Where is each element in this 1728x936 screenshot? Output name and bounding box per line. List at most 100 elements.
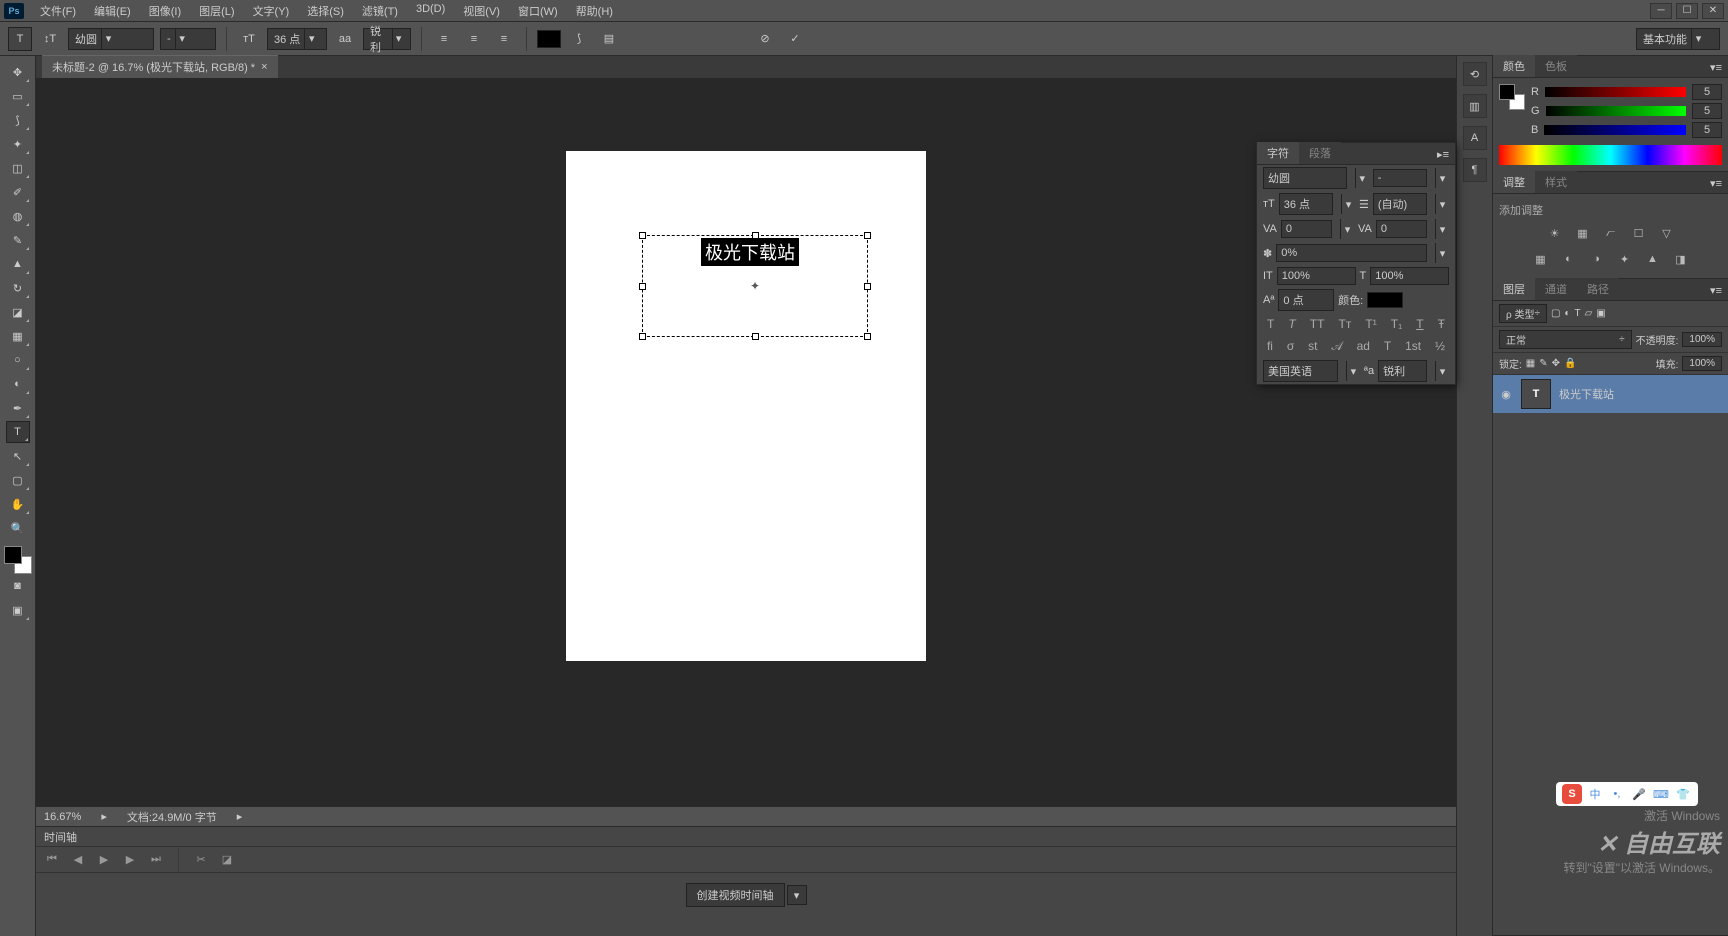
char-hscale[interactable]: 100% <box>1370 267 1449 285</box>
menu-image[interactable]: 图像(I) <box>141 1 189 21</box>
ime-toolbar[interactable]: S 中 •, 🎤 ⌨ 👕 <box>1556 782 1698 806</box>
close-button[interactable]: ✕ <box>1702 3 1724 19</box>
discretionary-icon[interactable]: ½ <box>1435 339 1445 354</box>
menu-select[interactable]: 选择(S) <box>299 1 352 21</box>
foreground-background-colors[interactable] <box>4 546 32 574</box>
tab-color[interactable]: 颜色 <box>1493 55 1535 77</box>
g-slider[interactable] <box>1546 106 1686 116</box>
tab-swatches[interactable]: 色板 <box>1535 55 1577 77</box>
character-dock-icon[interactable]: A <box>1463 126 1487 150</box>
history-panel-icon[interactable]: ⟲ <box>1463 62 1487 86</box>
scissors-icon[interactable]: ✂ <box>193 852 209 868</box>
canvas[interactable]: 极光下载站 ✦ <box>566 151 926 661</box>
canvas-viewport[interactable]: 极光下载站 ✦ <box>36 78 1456 806</box>
channel-mixer-icon[interactable]: ✦ <box>1615 250 1635 268</box>
lock-pixels-icon[interactable]: ✎ <box>1539 358 1547 369</box>
opacity-value[interactable]: 100% <box>1682 332 1722 347</box>
lock-all-icon[interactable]: 🔒 <box>1564 358 1576 369</box>
chevron-down-icon[interactable]: ▾ <box>1435 361 1449 381</box>
titling-icon[interactable]: ad <box>1357 339 1370 354</box>
filter-shape-icon[interactable]: ▱ <box>1585 308 1593 319</box>
close-icon[interactable]: × <box>261 61 267 73</box>
handle-bottom-left[interactable] <box>639 333 646 340</box>
ime-skin-icon[interactable]: 👕 <box>1674 785 1692 803</box>
handle-bottom-right[interactable] <box>864 333 871 340</box>
handle-top-mid[interactable] <box>752 232 759 239</box>
r-slider[interactable] <box>1545 87 1686 97</box>
b-value[interactable]: 5 <box>1692 122 1722 138</box>
color-lookup-icon[interactable]: ▲ <box>1643 250 1663 268</box>
align-right-icon[interactable]: ≡ <box>492 27 516 51</box>
filter-image-icon[interactable]: ▢ <box>1551 308 1560 319</box>
cancel-icon[interactable]: ⊘ <box>753 27 777 51</box>
marquee-tool[interactable]: ▭ <box>6 85 30 107</box>
smallcaps-icon[interactable]: Tᴛ <box>1339 317 1352 331</box>
history-brush-tool[interactable]: ↻ <box>6 277 30 299</box>
paragraph-dock-icon[interactable]: ¶ <box>1463 158 1487 182</box>
menu-edit[interactable]: 编辑(E) <box>86 1 139 21</box>
minimize-button[interactable]: ─ <box>1650 3 1672 19</box>
filter-adjust-icon[interactable]: ◐ <box>1564 308 1570 319</box>
handle-top-left[interactable] <box>639 232 646 239</box>
ordinals-icon[interactable]: T <box>1384 339 1391 354</box>
character-panel-icon[interactable]: ▤ <box>597 27 621 51</box>
layer-filter-kind[interactable]: ρ 类型 ÷ <box>1499 304 1547 323</box>
transition-icon[interactable]: ◪ <box>219 852 235 868</box>
subscript-icon[interactable]: T₁ <box>1391 317 1402 331</box>
handle-mid-right[interactable] <box>864 283 871 290</box>
stylistic-icon[interactable]: st <box>1308 339 1317 354</box>
create-timeline-button[interactable]: 创建视频时间轴 <box>686 883 785 907</box>
type-tool[interactable]: T <box>6 421 30 443</box>
shape-tool[interactable]: ▢ <box>6 469 30 491</box>
menu-help[interactable]: 帮助(H) <box>568 1 621 21</box>
panel-menu-icon[interactable]: ▾≡ <box>1704 58 1728 77</box>
align-left-icon[interactable]: ≡ <box>432 27 456 51</box>
antialias-dropdown[interactable]: 锐利 ▾ <box>363 28 411 50</box>
menu-file[interactable]: 文件(F) <box>32 1 84 21</box>
ligature-icon[interactable]: fi <box>1267 339 1273 354</box>
chevron-down-icon[interactable]: ▾ <box>1346 361 1360 381</box>
play-icon[interactable]: ▶ <box>96 852 112 868</box>
filter-smart-icon[interactable]: ▣ <box>1596 308 1605 319</box>
font-size-dropdown[interactable]: 36 点 ▾ <box>267 28 327 50</box>
invert-icon[interactable]: ◨ <box>1671 250 1691 268</box>
char-leading[interactable]: (自动) <box>1373 193 1427 215</box>
vibrance-icon[interactable]: ▽ <box>1657 224 1677 242</box>
ime-voice-icon[interactable]: 🎤 <box>1630 785 1648 803</box>
menu-window[interactable]: 窗口(W) <box>510 1 566 21</box>
quick-mask-icon[interactable]: ◙ <box>6 575 30 597</box>
chevron-down-icon[interactable]: ▾ <box>1355 168 1369 188</box>
dodge-tool[interactable]: ◐ <box>6 373 30 395</box>
prev-frame-icon[interactable]: ◀ <box>70 852 86 868</box>
chevron-down-icon[interactable]: ▾ <box>1341 194 1355 214</box>
brightness-icon[interactable]: ☀ <box>1545 224 1565 242</box>
italic-icon[interactable]: T <box>1288 317 1295 331</box>
zoom-level[interactable]: 16.67% <box>44 811 81 823</box>
healing-tool[interactable]: ◍ <box>6 205 30 227</box>
tab-layers[interactable]: 图层 <box>1493 278 1535 300</box>
char-font-size[interactable]: 36 点 <box>1279 193 1333 215</box>
menu-view[interactable]: 视图(V) <box>455 1 508 21</box>
superscript-icon[interactable]: T¹ <box>1365 317 1376 331</box>
chevron-down-icon[interactable]: ▾ <box>787 885 807 905</box>
curves-icon[interactable]: ⦧ <box>1601 224 1621 242</box>
menu-3d[interactable]: 3D(D) <box>408 1 453 21</box>
strikethrough-icon[interactable]: Ŧ <box>1438 317 1445 331</box>
tab-character[interactable]: 字符 <box>1257 142 1299 164</box>
chevron-down-icon[interactable]: ▾ <box>1435 194 1449 214</box>
menu-layer[interactable]: 图层(L) <box>191 1 242 21</box>
char-font-style[interactable]: - <box>1373 169 1427 187</box>
ime-mode[interactable]: 中 <box>1586 785 1604 803</box>
blur-tool[interactable]: ○ <box>6 349 30 371</box>
char-tracking[interactable]: 0 <box>1376 220 1427 238</box>
workspace-dropdown[interactable]: 基本功能 ▾ <box>1636 28 1720 50</box>
char-kerning[interactable]: 0 <box>1281 220 1332 238</box>
text-bounding-box[interactable]: 极光下载站 ✦ <box>642 235 868 337</box>
layer-thumbnail[interactable]: T <box>1521 379 1551 409</box>
visibility-icon[interactable]: ◉ <box>1499 388 1513 401</box>
chevron-right-icon[interactable]: ▸ <box>101 810 107 823</box>
path-selection-tool[interactable]: ↖ <box>6 445 30 467</box>
char-vscale[interactable]: 100% <box>1277 267 1356 285</box>
screen-mode-icon[interactable]: ▣ <box>6 599 30 621</box>
char-baseline[interactable]: 0 点 <box>1278 289 1334 311</box>
